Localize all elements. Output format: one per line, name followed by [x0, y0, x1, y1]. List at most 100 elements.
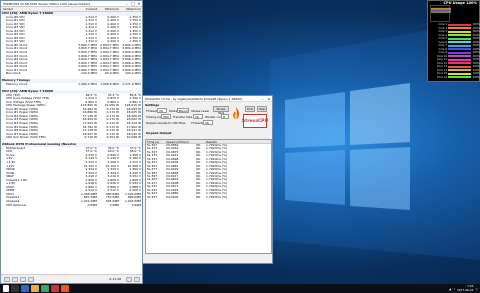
volume-icon[interactable]: ♪: [453, 287, 455, 291]
sensor-current: 1,466.2 MHz: [78, 82, 97, 86]
sensor-max: 1,471.9 MHz: [122, 82, 141, 86]
sensor-name: CPU Optional: [6, 203, 26, 207]
nav-left-button[interactable]: [4, 276, 10, 282]
core-usage-fill: [448, 65, 471, 68]
explorer-icon[interactable]: [31, 285, 39, 292]
core-usage-bar: [448, 55, 471, 58]
flame-icon: [233, 107, 240, 119]
sensor-min: 9.301 W: [106, 136, 119, 140]
sensor-current: 0 RPM: [87, 203, 97, 207]
close-icon[interactable]: ×: [266, 97, 272, 101]
layout-button[interactable]: [20, 276, 26, 282]
core-name: Core 16: [436, 75, 447, 79]
core-usage-fill: [448, 69, 471, 72]
core-usage-fill: [448, 44, 471, 47]
menu-settings[interactable]: Settings: [145, 103, 159, 107]
sensor-min: 99.9 MHz: [104, 72, 119, 76]
core-usage-fill: [448, 62, 471, 65]
output-label: Output results to CPU files: [146, 121, 186, 125]
sensor-min: 1,068.6 MHz: [100, 82, 119, 86]
hwinfo-taskbar-icon[interactable]: [51, 285, 59, 292]
core-usage-fill: [448, 34, 471, 37]
core-usage-bar: [448, 23, 471, 26]
core-usage-bar: [448, 48, 471, 51]
nav-right-button[interactable]: [12, 276, 18, 282]
sensor-max: 100.2 MHz: [125, 72, 141, 76]
core-usage-bar: [448, 65, 471, 68]
help-button[interactable]: Help: [257, 106, 267, 112]
core-usage-fill: [448, 48, 471, 51]
col-sensor[interactable]: Sensor: [1, 7, 76, 11]
result-cell: 24.4902: [166, 194, 179, 199]
close-icon[interactable]: ×: [136, 2, 142, 6]
core-usage-percent: 100%: [472, 75, 480, 79]
sensor-current: 9.716 W: [84, 136, 97, 140]
sensor-row[interactable]: CPU SoC Power (SVI2 TFN) 9.716 W 9.301 W 10…: [1, 136, 142, 140]
taskbar: ▲ ♪ 7:03 2017-06-24 ▭: [0, 284, 480, 293]
app-logo: StressCPU: [242, 114, 268, 128]
sensor-row[interactable]: Memory Clock 1,466.2 MHz 1,068.6 MHz 1,471.…: [1, 83, 142, 87]
stress-taskbar-icon[interactable]: [61, 285, 69, 292]
core-usage-bar: [448, 72, 471, 75]
results-body: 5s 307 24.4859 OK 1.7920ms (%) 5s 317 24.4942…: [146, 143, 271, 199]
mode-select[interactable]: Blend: [177, 108, 189, 113]
core-usage-bar: [448, 69, 471, 72]
hwinfo-footer: 0:11:48: [1, 274, 142, 283]
threads-input[interactable]: 16: [157, 108, 167, 113]
start-icon[interactable]: [3, 285, 9, 292]
exit-button[interactable]: Exit: [245, 106, 255, 112]
transfer-size-label: Transfer Size: [173, 115, 193, 119]
unpack-output-label: Unpack Output: [146, 131, 172, 135]
core-usage-fill: [448, 23, 471, 26]
core-usage-fill: [448, 37, 471, 40]
hwinfo-title: HWiNFO64 v5.58-3150 Sensor Status [120 v…: [3, 1, 90, 6]
core-usage-bar: [448, 51, 471, 54]
results-table[interactable]: Time (s) Speed (GFlops) Results 5s 307 24…: [145, 139, 272, 254]
sensor-current: 100.0 MHz: [81, 72, 97, 76]
network-icon[interactable]: ▲: [449, 287, 451, 291]
stress-window[interactable]: StressCPU v2.50 - by Gigabyte/ASRock Pri…: [142, 95, 273, 264]
sensor-row[interactable]: Bus Clock 100.0 MHz 99.9 MHz 100.2 MHz: [1, 72, 142, 76]
sensor-min: 0 RPM: [109, 203, 119, 207]
col-minimum[interactable]: Minimum: [98, 7, 120, 11]
settings-button[interactable]: [126, 276, 132, 282]
sensor-row[interactable]: CPU Optional 0 RPM 0 RPM 0 RPM: [1, 204, 142, 208]
core-usage-bar: [448, 62, 471, 65]
core-usage-bar: [448, 37, 471, 40]
elapsed-timer: 0:11:48: [109, 277, 121, 281]
core-usage-bar: [448, 27, 471, 30]
cpu-usage-gadget[interactable]: CPU Usage 100% Core 1 100% Core 2 100% Core …: [427, 0, 480, 82]
timing-input[interactable]: 300: [161, 114, 171, 119]
col-maximum[interactable]: Maximum: [120, 7, 142, 11]
core-usage-bar: [448, 76, 471, 79]
notification-icon[interactable]: ▭: [475, 287, 478, 291]
sensor-name: CPU SoC Power (SVI2 TFN): [6, 136, 46, 140]
stress-level-label: Stress Level: [191, 109, 210, 113]
col-current[interactable]: Current: [76, 7, 98, 11]
core-usage-fill: [448, 58, 471, 61]
core-usage-bar: [448, 58, 471, 61]
sensor-name: Bus Clock: [6, 72, 21, 76]
core-usage-fill: [448, 76, 471, 79]
edge-icon[interactable]: [21, 285, 29, 292]
stress-test-button[interactable]: Stress Test: [213, 106, 229, 115]
sensor-max: 10.098 W: [126, 136, 141, 140]
clock[interactable]: 7:03 2017-06-24: [457, 285, 473, 292]
result-cell: OK: [196, 194, 201, 199]
core-usage-fill: [448, 51, 471, 54]
store-icon[interactable]: [41, 285, 49, 292]
hwinfo-window[interactable]: HWiNFO64 v5.58-3150 Sensor Status [120 v…: [0, 0, 143, 284]
threads-select[interactable]: 16: [203, 120, 213, 125]
sensor-name: Memory Clock: [6, 82, 28, 86]
core-usage-bar: [448, 41, 471, 44]
log-button[interactable]: [28, 276, 34, 282]
core-usage-bar: [448, 34, 471, 37]
search-icon[interactable]: [11, 285, 19, 292]
system-tray: ▲ ♪ 7:03 2017-06-24 ▭: [449, 284, 478, 293]
close-sensors-button[interactable]: [134, 276, 140, 282]
threads-sel-label: Threads: [191, 121, 204, 125]
transfer-input[interactable]: 16: [193, 114, 203, 119]
timing-label: Timing (s): [146, 115, 161, 119]
sensor-list[interactable]: CPU [#0]: AMD Ryzen 7 1800X Core #0 VID 1.…: [1, 12, 142, 207]
core-usage-fill: [448, 72, 471, 75]
